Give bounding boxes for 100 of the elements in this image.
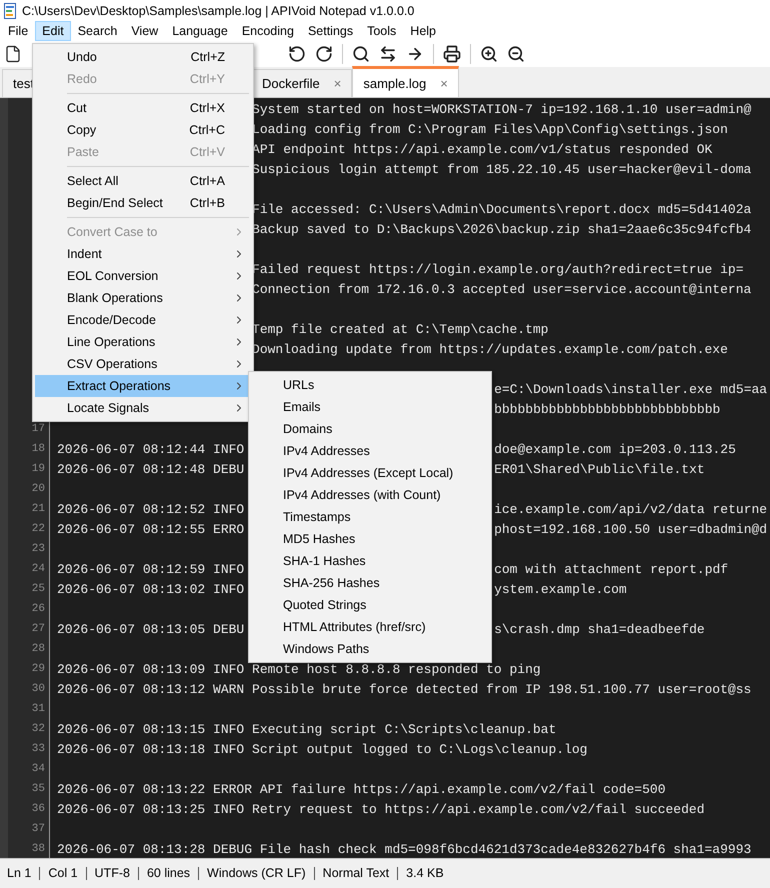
menu-item[interactable]: Emails: [251, 396, 489, 418]
line-number: 20: [32, 483, 45, 495]
menu-item[interactable]: SHA-1 Hashes: [251, 550, 489, 572]
code-line: System started on host=WORKSTATION-7 ip=192.168.1.10 user=admin@: [252, 102, 752, 116]
menu-item[interactable]: Undo Ctrl+Z: [35, 46, 251, 68]
line-number: 23: [32, 543, 45, 555]
code-line: phost=192.168.100.50 user=dbadmin@d: [494, 522, 768, 536]
search-icon[interactable]: [352, 45, 370, 63]
code-line: 2026-06-07 08:13:15 INFO Executing script C:\Scripts\cleanup.bat: [57, 722, 556, 736]
line-number: 32: [32, 723, 45, 735]
menu-item[interactable]: IPv4 Addresses (Except Local): [251, 462, 489, 484]
file-tab[interactable]: sample.log ×: [352, 66, 459, 97]
line-number: 33: [32, 743, 45, 755]
close-icon[interactable]: ×: [440, 76, 448, 90]
code-line: 2026-06-07 08:13:22 ERROR API failure https://api.example.com/v2/fail code=500: [57, 782, 666, 796]
code-line: 2026-06-07 08:12:48 DEBU: [57, 462, 244, 476]
code-line: 2026-06-07 08:13:12 WARN Possible brute force detected from IP 198.51.100.77 user=root@ss: [57, 682, 752, 696]
code-line: doe@example.com ip=203.0.113.25: [494, 442, 736, 456]
zoom-in-icon[interactable]: [480, 45, 498, 63]
redo-icon[interactable]: [315, 45, 333, 63]
menu-item[interactable]: Settings: [300, 21, 360, 41]
menu-item[interactable]: Tools: [360, 21, 404, 41]
menu-item[interactable]: Blank Operations: [35, 287, 251, 309]
line-number: 30: [32, 683, 45, 695]
code-line: 2026-06-07 08:12:52 INFO: [57, 502, 244, 516]
code-line: ER01\Shared\Public\file.txt: [494, 462, 705, 476]
code-line: 2026-06-07 08:12:59 INFO: [57, 562, 244, 576]
menu-item[interactable]: Encoding: [234, 21, 301, 41]
menu-item[interactable]: Extract Operations: [35, 375, 251, 397]
zoom-out-icon[interactable]: [507, 45, 525, 63]
menu-item[interactable]: Edit: [35, 21, 71, 41]
menu-item[interactable]: Domains: [251, 418, 489, 440]
line-number: 36: [32, 803, 45, 815]
code-line: Loading config from C:\Program Files\App\Config\settings.json: [252, 122, 728, 136]
status-item: Windows (CR LF): [198, 867, 314, 880]
menu-item[interactable]: Timestamps: [251, 506, 489, 528]
status-item: Col 1: [39, 867, 86, 880]
line-number: 24: [32, 563, 45, 575]
menu-item[interactable]: Search: [70, 21, 124, 41]
line-number: 26: [32, 603, 45, 615]
menu-item[interactable]: View: [124, 21, 166, 41]
close-icon[interactable]: ×: [334, 76, 342, 91]
code-line: 2026-06-07 08:13:09 INFO Remote host 8.8.8.8 responded to ping: [57, 662, 541, 676]
code-line: 2026-06-07 08:13:18 INFO Script output logged to C:\Logs\cleanup.log: [57, 742, 588, 756]
menu-item[interactable]: Begin/End Select Ctrl+B: [35, 192, 251, 214]
menu-item[interactable]: SHA-256 Hashes: [251, 572, 489, 594]
menu-item[interactable]: MD5 Hashes: [251, 528, 489, 550]
code-line: 2026-06-07 08:13:02 INFO: [57, 582, 244, 596]
menu-item[interactable]: Copy Ctrl+C: [35, 119, 251, 141]
line-number: 22: [32, 523, 45, 535]
menu-item[interactable]: Language: [165, 21, 235, 41]
line-number: 34: [32, 763, 45, 775]
line-number: 29: [32, 663, 45, 675]
menu-item[interactable]: EOL Conversion: [35, 265, 251, 287]
app-icon: [4, 2, 16, 18]
status-item: Ln 1: [7, 867, 32, 880]
menu-item[interactable]: Help: [403, 21, 444, 41]
menu-item[interactable]: Line Operations: [35, 331, 251, 353]
line-number: 25: [32, 583, 45, 595]
undo-icon[interactable]: [288, 45, 306, 63]
new-file-icon[interactable]: [4, 45, 22, 63]
code-line: e=C:\Downloads\installer.exe md5=aa: [494, 382, 768, 396]
code-line: 2026-06-07 08:13:05 DEBU: [57, 622, 244, 636]
line-number: 37: [32, 823, 45, 835]
status-item: 3.4 KB: [397, 867, 452, 880]
code-line: 2026-06-07 08:12:44 INFO: [57, 442, 244, 456]
line-number: 28: [32, 643, 45, 655]
menu-item[interactable]: CSV Operations: [35, 353, 251, 375]
code-line: 2026-06-07 08:13:25 INFO Retry request to https://api.example.com/v2/fail succeeded: [57, 802, 705, 816]
menu-item[interactable]: IPv4 Addresses: [251, 440, 489, 462]
window-title: C:\Users\Dev\Desktop\Samples\sample.log | APIVoid Notepad v1.0.0.0: [22, 4, 414, 18]
code-line: Downloading update from https://updates.example.com/patch.exe: [252, 342, 728, 356]
menu-item[interactable]: Quoted Strings: [251, 594, 489, 616]
replace-icon[interactable]: [379, 45, 397, 63]
code-line: ice.example.com/api/v2/data returne: [494, 502, 768, 516]
arrow-right-icon[interactable]: [406, 45, 424, 63]
code-line: ystem.example.com: [494, 582, 627, 596]
code-line: 2026-06-07 08:12:55 ERRO: [57, 522, 244, 536]
menu-item[interactable]: URLs: [251, 374, 489, 396]
line-number: 21: [32, 503, 45, 515]
status-item: Normal Text: [314, 867, 398, 880]
code-line: bbbbbbbbbbbbbbbbbbbbbbbbbbbbb: [494, 402, 720, 416]
line-number: 19: [32, 463, 45, 475]
menu-item[interactable]: Windows Paths: [251, 638, 489, 660]
line-number: 27: [32, 623, 45, 635]
menu-item[interactable]: Locate Signals: [35, 397, 251, 419]
menu-item[interactable]: Indent: [35, 243, 251, 265]
code-line: com with attachment report.pdf: [494, 562, 728, 576]
menu-item[interactable]: Cut Ctrl+X: [35, 97, 251, 119]
print-icon[interactable]: [443, 45, 461, 63]
menu-item[interactable]: HTML Attributes (href/src): [251, 616, 489, 638]
status-item: UTF-8: [86, 867, 138, 880]
menu-item[interactable]: IPv4 Addresses (with Count): [251, 484, 489, 506]
code-line: Suspicious login attempt from 185.22.10.45 user=hacker@evil-doma: [252, 162, 752, 176]
menu-item[interactable]: File: [1, 21, 36, 41]
line-number: 35: [32, 783, 45, 795]
menu-item[interactable]: Select All Ctrl+A: [35, 170, 251, 192]
menu-item[interactable]: Encode/Decode: [35, 309, 251, 331]
line-number: 17: [32, 423, 45, 435]
code-line: Temp file created at C:\Temp\cache.tmp: [252, 322, 548, 336]
